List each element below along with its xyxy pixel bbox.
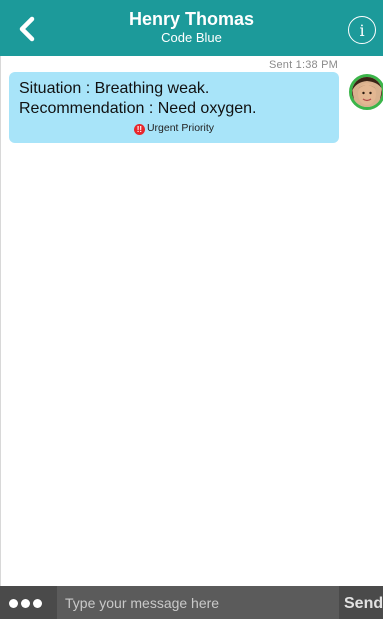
priority-tag: !! Urgent Priority — [9, 121, 339, 135]
ellipsis-icon-dot — [21, 598, 30, 608]
message-bubble[interactable]: Situation : Breathing weak. Recommendati… — [9, 72, 339, 143]
title-block: Henry Thomas Code Blue — [0, 0, 383, 56]
info-button[interactable]: i — [348, 16, 376, 44]
ellipsis-icon-dot — [33, 598, 42, 608]
message-line: Recommendation : Need oxygen. — [19, 100, 257, 117]
urgent-priority-icon: !! — [133, 124, 145, 135]
back-button[interactable] — [12, 14, 42, 44]
chat-screen: Henry Thomas Code Blue i Sent 1:38 PM Si… — [0, 0, 383, 619]
info-icon: i — [359, 20, 365, 40]
more-options-button[interactable] — [9, 596, 49, 610]
chat-header: Henry Thomas Code Blue i — [0, 0, 383, 56]
message-input[interactable] — [57, 586, 339, 619]
ellipsis-icon-dot — [9, 598, 18, 608]
chevron-left-icon — [19, 16, 35, 42]
send-button[interactable]: Send — [344, 586, 383, 619]
message-sent-time: Sent 1:38 PM — [268, 59, 338, 71]
composer-bar: Send — [0, 586, 383, 619]
avatar[interactable] — [349, 74, 383, 110]
contact-name: Henry Thomas — [128, 9, 255, 29]
priority-label: Urgent Priority — [146, 122, 215, 134]
contact-subtitle: Code Blue — [161, 30, 222, 45]
message-line: Situation : Breathing weak. — [19, 80, 210, 97]
avatar-photo — [352, 77, 382, 107]
